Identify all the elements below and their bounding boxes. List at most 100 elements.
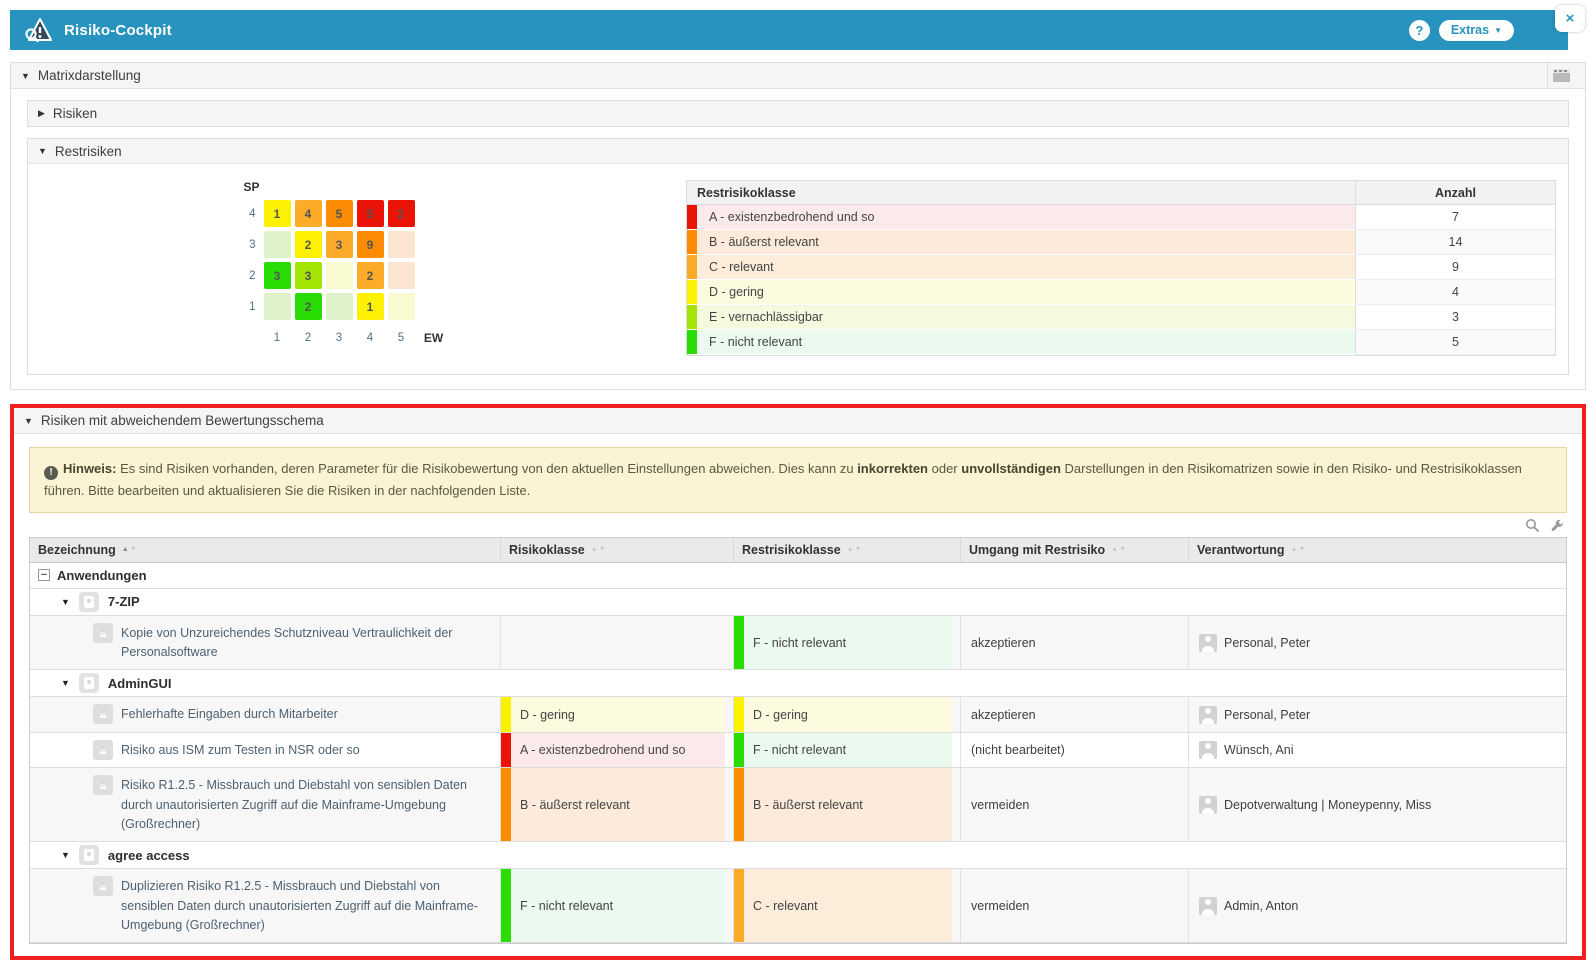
class-table-row[interactable]: C - relevant 9 (687, 255, 1555, 280)
risk-name-cell: Duplizieren Risiko R1.2.5 - Missbrauch u… (30, 869, 500, 942)
sort-desc-icon: ▼ (599, 546, 607, 553)
subgroup-row[interactable]: ▼ 7-ZIP (30, 589, 1566, 616)
caret-down-icon[interactable]: ▼ (61, 850, 70, 860)
restrisikoklasse-table: RestrisikoklasseAnzahlA - existenzbedroh… (686, 180, 1556, 356)
umgang-cell: akzeptieren (960, 616, 1188, 670)
restrisikoklasse-cell: C - relevant (733, 869, 960, 942)
risk-name: Fehlerhafte Eingaben durch Mitarbeiter (121, 704, 338, 724)
risk-row[interactable]: Risiko R1.2.5 - Missbrauch und Diebstahl… (30, 768, 1566, 842)
search-button[interactable] (1525, 518, 1540, 533)
warning-icon: ! (44, 466, 58, 480)
section-header-restrisiken[interactable]: ▼ Restrisiken (28, 139, 1568, 164)
subgroup-row[interactable]: ▼ agree access (30, 842, 1566, 869)
class-badge: A - existenzbedrohend und so (501, 733, 725, 767)
extras-button[interactable]: Extras ▼ (1439, 20, 1514, 41)
close-button[interactable]: × (1555, 5, 1585, 32)
column-header-umgang-mit-restrisiko[interactable]: Umgang mit Restrisiko▲▼ (960, 538, 1188, 562)
class-color-marker (687, 230, 697, 254)
class-badge: B - äußerst relevant (501, 768, 725, 841)
chevron-down-icon: ▼ (1494, 26, 1502, 35)
class-label: D - gering (744, 708, 808, 722)
class-color-marker (501, 869, 511, 942)
person-avatar-icon (1199, 741, 1217, 759)
section-title-restrisiken: Restrisiken (55, 144, 122, 159)
matrix-row-label: 4 (238, 208, 260, 220)
section-header-risiken[interactable]: ▶ Risiken (28, 101, 1568, 126)
matrix-row-label: 3 (238, 239, 260, 251)
person-avatar-icon (1199, 796, 1217, 814)
class-label: D - gering (697, 285, 764, 299)
class-label: B - äußerst relevant (744, 798, 863, 812)
matrix-cell[interactable]: 9 (357, 231, 384, 258)
matrix-cell[interactable]: 3 (295, 262, 322, 289)
class-table-row[interactable]: B - äußerst relevant14 (687, 230, 1555, 255)
group-row[interactable]: −Anwendungen (30, 563, 1566, 589)
collapse-minus-icon[interactable]: − (38, 569, 50, 581)
class-table-row[interactable]: A - existenzbedrohend und so7 (687, 205, 1555, 230)
class-label: C - relevant (697, 260, 774, 274)
subgroup-label: agree access (108, 848, 190, 863)
class-label: A - existenzbedrohend und so (697, 210, 874, 224)
class-count: 9 (1355, 255, 1555, 280)
sort-icons: ▲▼ (847, 546, 863, 553)
caret-down-icon[interactable]: ▼ (61, 597, 70, 607)
risk-row[interactable]: Risiko aus ISM zum Testen in NSR oder so… (30, 733, 1566, 768)
umgang-cell: (nicht bearbeitet) (960, 733, 1188, 767)
matrix-cell-empty (264, 293, 291, 320)
class-table-row[interactable]: F - nicht relevant5 (687, 330, 1555, 355)
class-table-row[interactable]: D - gering4 (687, 280, 1555, 305)
matrix-cell[interactable]: 1 (357, 293, 384, 320)
matrix-cell[interactable]: 1 (264, 200, 291, 227)
class-table-row[interactable]: E - vernachlässigbar3 (687, 305, 1555, 330)
verantwortung-name: Admin, Anton (1224, 899, 1298, 913)
section-title-abweichend: Risiken mit abweichendem Bewertungsschem… (41, 413, 324, 428)
matrix-cell[interactable]: 2 (388, 200, 415, 227)
risk-warning-icon (93, 740, 113, 760)
risk-row[interactable]: Duplizieren Risiko R1.2.5 - Missbrauch u… (30, 869, 1566, 943)
class-label: D - gering (511, 708, 575, 722)
risikoklasse-cell: F - nicht relevant (500, 869, 733, 942)
close-icon: × (1566, 10, 1575, 27)
matrix-col-label: 1 (264, 332, 291, 344)
restrisiken-content: SP 4145523239233212112345EW Restrisikokl… (28, 164, 1568, 374)
risikoklasse-cell: A - existenzbedrohend und so (500, 733, 733, 767)
matrix-cell[interactable]: 5 (326, 200, 353, 227)
risk-row[interactable]: Fehlerhafte Eingaben durch Mitarbeiter D … (30, 697, 1566, 732)
section-header-matrixdarstellung[interactable]: ▼ Matrixdarstellung (11, 63, 1585, 89)
subgroup-row[interactable]: ▼ AdminGUI (30, 670, 1566, 697)
settings-button[interactable] (1549, 518, 1564, 533)
column-header-restrisikoklasse[interactable]: Restrisikoklasse ▲▼ (733, 538, 960, 562)
risk-row[interactable]: Kopie von Unzureichendes Schutzniveau Ve… (30, 616, 1566, 671)
warning-bold-1: inkorrekten (857, 461, 928, 476)
class-color-marker (501, 697, 511, 731)
matrix-cell[interactable]: 5 (357, 200, 384, 227)
matrix-cell[interactable]: 2 (295, 293, 322, 320)
column-header-bezeichnung[interactable]: Bezeichnung▲▼ (30, 538, 500, 562)
matrix-cell[interactable]: 3 (264, 262, 291, 289)
matrix-cell[interactable]: 2 (357, 262, 384, 289)
column-header-label: Restrisikoklasse (742, 543, 841, 557)
matrix-cell[interactable]: 4 (295, 200, 322, 227)
risikoklasse-cell (500, 616, 733, 670)
layout-switch-button[interactable] (1547, 63, 1575, 88)
group-label: Anwendungen (57, 568, 147, 583)
matrix-cell[interactable]: 3 (326, 231, 353, 258)
column-header-verantwortung[interactable]: Verantwortung▲▼ (1188, 538, 1566, 562)
section-header-abweichend[interactable]: ▼ Risiken mit abweichendem Bewertungssch… (14, 408, 1582, 434)
subgroup-label: AdminGUI (108, 676, 172, 691)
column-header-risikoklasse[interactable]: Risikoklasse▲▼ (500, 538, 733, 562)
matrix-col-label: 3 (326, 332, 353, 344)
caret-down-icon[interactable]: ▼ (61, 678, 70, 688)
warning-bold-2: unvollständigen (961, 461, 1061, 476)
layout-grid-icon (1553, 69, 1570, 82)
class-count: 3 (1355, 305, 1555, 330)
subgroup-label: 7-ZIP (108, 594, 140, 609)
sort-icons: ▲▼ (122, 546, 138, 553)
class-badge: D - gering (501, 697, 725, 731)
class-cell: F - nicht relevant (687, 330, 1355, 355)
risiken-subpanel: ▶ Risiken (27, 100, 1569, 127)
risk-name: Risiko R1.2.5 - Missbrauch und Diebstahl… (121, 775, 492, 834)
help-button[interactable]: ? (1409, 20, 1430, 41)
risk-matrix-grid: 4145523239233212112345EW (238, 200, 449, 351)
matrix-cell[interactable]: 2 (295, 231, 322, 258)
